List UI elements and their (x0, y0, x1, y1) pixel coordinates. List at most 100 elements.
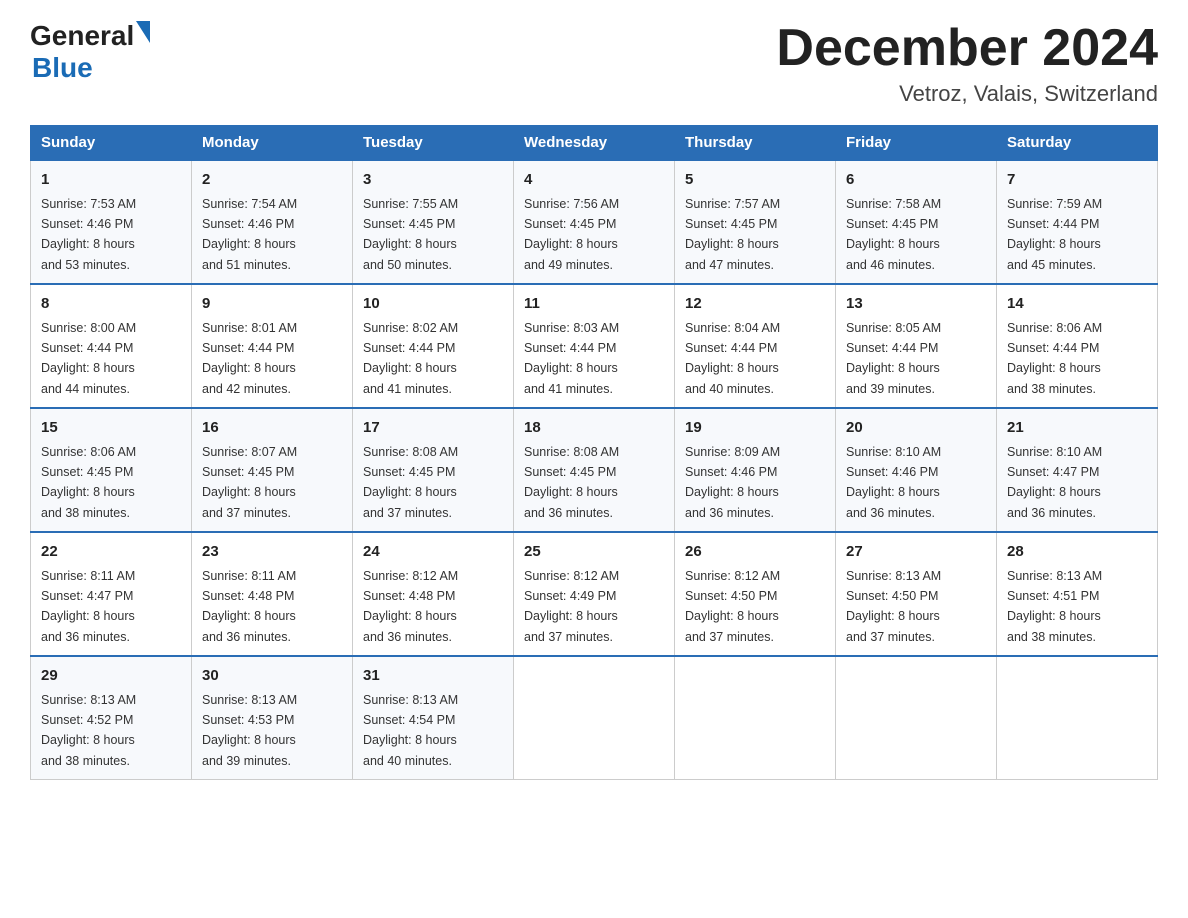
day-info: Sunrise: 8:00 AM Sunset: 4:44 PM Dayligh… (41, 321, 136, 396)
day-number: 15 (41, 417, 181, 440)
table-row: 21 Sunrise: 8:10 AM Sunset: 4:47 PM Dayl… (997, 408, 1158, 532)
calendar-table: Sunday Monday Tuesday Wednesday Thursday… (30, 125, 1158, 780)
day-number: 5 (685, 169, 825, 192)
day-number: 8 (41, 293, 181, 316)
day-number: 11 (524, 293, 664, 316)
day-info: Sunrise: 7:55 AM Sunset: 4:45 PM Dayligh… (363, 197, 458, 272)
col-tuesday: Tuesday (353, 126, 514, 161)
table-row: 26 Sunrise: 8:12 AM Sunset: 4:50 PM Dayl… (675, 532, 836, 656)
day-number: 14 (1007, 293, 1147, 316)
day-number: 7 (1007, 169, 1147, 192)
day-number: 9 (202, 293, 342, 316)
table-row: 1 Sunrise: 7:53 AM Sunset: 4:46 PM Dayli… (31, 160, 192, 284)
day-info: Sunrise: 8:05 AM Sunset: 4:44 PM Dayligh… (846, 321, 941, 396)
day-number: 24 (363, 541, 503, 564)
title-block: December 2024 Vetroz, Valais, Switzerlan… (776, 20, 1158, 107)
calendar-row: 8 Sunrise: 8:00 AM Sunset: 4:44 PM Dayli… (31, 284, 1158, 408)
table-row: 18 Sunrise: 8:08 AM Sunset: 4:45 PM Dayl… (514, 408, 675, 532)
table-row: 6 Sunrise: 7:58 AM Sunset: 4:45 PM Dayli… (836, 160, 997, 284)
day-info: Sunrise: 8:11 AM Sunset: 4:48 PM Dayligh… (202, 569, 296, 644)
table-row: 3 Sunrise: 7:55 AM Sunset: 4:45 PM Dayli… (353, 160, 514, 284)
day-info: Sunrise: 8:07 AM Sunset: 4:45 PM Dayligh… (202, 445, 297, 520)
logo: General Blue (30, 20, 150, 84)
day-info: Sunrise: 8:13 AM Sunset: 4:50 PM Dayligh… (846, 569, 941, 644)
table-row: 25 Sunrise: 8:12 AM Sunset: 4:49 PM Dayl… (514, 532, 675, 656)
day-number: 21 (1007, 417, 1147, 440)
table-row: 14 Sunrise: 8:06 AM Sunset: 4:44 PM Dayl… (997, 284, 1158, 408)
day-info: Sunrise: 8:11 AM Sunset: 4:47 PM Dayligh… (41, 569, 135, 644)
day-info: Sunrise: 8:01 AM Sunset: 4:44 PM Dayligh… (202, 321, 297, 396)
day-info: Sunrise: 8:06 AM Sunset: 4:45 PM Dayligh… (41, 445, 136, 520)
day-info: Sunrise: 7:54 AM Sunset: 4:46 PM Dayligh… (202, 197, 297, 272)
table-row: 4 Sunrise: 7:56 AM Sunset: 4:45 PM Dayli… (514, 160, 675, 284)
day-info: Sunrise: 7:59 AM Sunset: 4:44 PM Dayligh… (1007, 197, 1102, 272)
table-row: 24 Sunrise: 8:12 AM Sunset: 4:48 PM Dayl… (353, 532, 514, 656)
table-row: 29 Sunrise: 8:13 AM Sunset: 4:52 PM Dayl… (31, 656, 192, 780)
table-row: 9 Sunrise: 8:01 AM Sunset: 4:44 PM Dayli… (192, 284, 353, 408)
day-number: 25 (524, 541, 664, 564)
day-info: Sunrise: 8:12 AM Sunset: 4:48 PM Dayligh… (363, 569, 458, 644)
day-number: 13 (846, 293, 986, 316)
calendar-row: 22 Sunrise: 8:11 AM Sunset: 4:47 PM Dayl… (31, 532, 1158, 656)
table-row: 8 Sunrise: 8:00 AM Sunset: 4:44 PM Dayli… (31, 284, 192, 408)
day-number: 18 (524, 417, 664, 440)
day-info: Sunrise: 8:04 AM Sunset: 4:44 PM Dayligh… (685, 321, 780, 396)
col-thursday: Thursday (675, 126, 836, 161)
header-row: Sunday Monday Tuesday Wednesday Thursday… (31, 126, 1158, 161)
calendar-row: 1 Sunrise: 7:53 AM Sunset: 4:46 PM Dayli… (31, 160, 1158, 284)
table-row: 23 Sunrise: 8:11 AM Sunset: 4:48 PM Dayl… (192, 532, 353, 656)
day-number: 28 (1007, 541, 1147, 564)
logo-general: General (30, 20, 134, 52)
table-row: 31 Sunrise: 8:13 AM Sunset: 4:54 PM Dayl… (353, 656, 514, 780)
day-info: Sunrise: 7:56 AM Sunset: 4:45 PM Dayligh… (524, 197, 619, 272)
day-info: Sunrise: 7:57 AM Sunset: 4:45 PM Dayligh… (685, 197, 780, 272)
table-row: 15 Sunrise: 8:06 AM Sunset: 4:45 PM Dayl… (31, 408, 192, 532)
day-info: Sunrise: 8:06 AM Sunset: 4:44 PM Dayligh… (1007, 321, 1102, 396)
day-info: Sunrise: 8:10 AM Sunset: 4:47 PM Dayligh… (1007, 445, 1102, 520)
day-info: Sunrise: 7:53 AM Sunset: 4:46 PM Dayligh… (41, 197, 136, 272)
page-subtitle: Vetroz, Valais, Switzerland (776, 81, 1158, 107)
day-number: 27 (846, 541, 986, 564)
calendar-row: 15 Sunrise: 8:06 AM Sunset: 4:45 PM Dayl… (31, 408, 1158, 532)
day-number: 17 (363, 417, 503, 440)
table-row: 13 Sunrise: 8:05 AM Sunset: 4:44 PM Dayl… (836, 284, 997, 408)
table-row (836, 656, 997, 780)
table-row: 16 Sunrise: 8:07 AM Sunset: 4:45 PM Dayl… (192, 408, 353, 532)
table-row: 5 Sunrise: 7:57 AM Sunset: 4:45 PM Dayli… (675, 160, 836, 284)
logo-blue: Blue (32, 52, 93, 84)
day-number: 31 (363, 665, 503, 688)
day-number: 6 (846, 169, 986, 192)
day-number: 23 (202, 541, 342, 564)
table-row (514, 656, 675, 780)
page-header: General Blue December 2024 Vetroz, Valai… (30, 20, 1158, 107)
table-row: 2 Sunrise: 7:54 AM Sunset: 4:46 PM Dayli… (192, 160, 353, 284)
table-row: 12 Sunrise: 8:04 AM Sunset: 4:44 PM Dayl… (675, 284, 836, 408)
day-info: Sunrise: 8:13 AM Sunset: 4:54 PM Dayligh… (363, 693, 458, 768)
table-row: 30 Sunrise: 8:13 AM Sunset: 4:53 PM Dayl… (192, 656, 353, 780)
day-number: 26 (685, 541, 825, 564)
day-info: Sunrise: 7:58 AM Sunset: 4:45 PM Dayligh… (846, 197, 941, 272)
table-row (997, 656, 1158, 780)
day-number: 1 (41, 169, 181, 192)
day-info: Sunrise: 8:12 AM Sunset: 4:50 PM Dayligh… (685, 569, 780, 644)
day-info: Sunrise: 8:13 AM Sunset: 4:52 PM Dayligh… (41, 693, 136, 768)
day-number: 16 (202, 417, 342, 440)
day-number: 19 (685, 417, 825, 440)
col-sunday: Sunday (31, 126, 192, 161)
col-friday: Friday (836, 126, 997, 161)
day-info: Sunrise: 8:13 AM Sunset: 4:53 PM Dayligh… (202, 693, 297, 768)
day-number: 22 (41, 541, 181, 564)
table-row: 7 Sunrise: 7:59 AM Sunset: 4:44 PM Dayli… (997, 160, 1158, 284)
day-number: 2 (202, 169, 342, 192)
day-number: 30 (202, 665, 342, 688)
day-number: 20 (846, 417, 986, 440)
day-number: 4 (524, 169, 664, 192)
table-row (675, 656, 836, 780)
day-number: 3 (363, 169, 503, 192)
table-row: 27 Sunrise: 8:13 AM Sunset: 4:50 PM Dayl… (836, 532, 997, 656)
table-row: 20 Sunrise: 8:10 AM Sunset: 4:46 PM Dayl… (836, 408, 997, 532)
day-info: Sunrise: 8:10 AM Sunset: 4:46 PM Dayligh… (846, 445, 941, 520)
day-number: 12 (685, 293, 825, 316)
table-row: 22 Sunrise: 8:11 AM Sunset: 4:47 PM Dayl… (31, 532, 192, 656)
logo-triangle-icon (136, 21, 150, 43)
